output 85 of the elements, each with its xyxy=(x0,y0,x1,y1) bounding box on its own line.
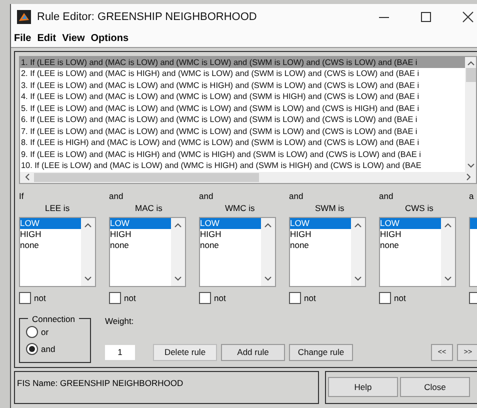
variable-label: WMC is xyxy=(224,202,256,215)
scroll-down-icon[interactable] xyxy=(466,162,474,169)
scroll-down-icon[interactable] xyxy=(174,276,182,282)
app-logo-icon xyxy=(17,10,31,24)
not-checkbox[interactable] xyxy=(109,292,121,304)
scroll-up-icon[interactable] xyxy=(174,222,182,228)
option-item[interactable]: none xyxy=(110,240,171,251)
connective-label: a xyxy=(469,190,475,203)
radio-button[interactable] xyxy=(26,326,38,338)
weight-field[interactable]: 1 xyxy=(105,344,135,360)
scroll-up-icon[interactable] xyxy=(84,222,92,228)
rule-item[interactable]: 4. If (LEE is LOW) and (MAC is LOW) and (WMC is LOW) and (SWM is HIGH) and (CWS is LOW) and (BAE i xyxy=(20,91,465,103)
status-text: FIS Name: GREENSHIP NEIGHBORHOOD xyxy=(17,378,184,388)
rule-item[interactable]: 1. If (LEE is LOW) and (MAC is LOW) and (WMC is LOW) and (SWM is LOW) and (CWS is LOW) and (BAE i xyxy=(20,56,465,68)
scrollbar-thumb[interactable] xyxy=(466,68,476,82)
not-label: not xyxy=(304,292,316,303)
option-item[interactable]: none xyxy=(200,240,261,251)
menu-item[interactable]: Options xyxy=(90,32,129,44)
rule-item[interactable]: 6. If (LEE is LOW) and (MAC is LOW) and (WMC is LOW) and (SWM is LOW) and (CWS is LOW) and (BAE i xyxy=(20,114,465,126)
variable-label: LEE is xyxy=(44,202,71,215)
radio-label: or xyxy=(41,327,49,338)
scroll-up-icon[interactable] xyxy=(466,60,474,66)
footer-button[interactable]: Help xyxy=(328,377,398,398)
scroll-down-icon[interactable] xyxy=(264,276,272,282)
rule-item[interactable]: 10. If (LEE is LOW) and (MAC is LOW) and (WMC is HIGH) and (SWM is HIGH) and (CWS is LOW) and (BAE xyxy=(20,160,465,172)
rule-item[interactable]: 8. If (LEE is HIGH) and (MAC is LOW) and (WMC is LOW) and (SWM is LOW) and (CWS is LOW) and (BAE i xyxy=(20,137,465,149)
footer-button[interactable]: Close xyxy=(400,377,470,398)
scroll-up-icon[interactable] xyxy=(444,222,452,228)
close-icon[interactable] xyxy=(462,10,474,23)
menu-item[interactable]: Edit xyxy=(37,32,56,44)
variable-label: SWM is xyxy=(314,202,346,215)
scroll-down-icon[interactable] xyxy=(354,276,362,282)
rule-item[interactable]: 3. If (LEE is LOW) and (MAC is LOW) and (WMC is HIGH) and (SWM is LOW) and (CWS is LOW) and (BAE i xyxy=(20,80,465,92)
connective-label: and xyxy=(109,190,124,203)
scroll-up-icon[interactable] xyxy=(264,222,272,228)
rule-action-button[interactable]: Delete rule xyxy=(153,344,217,361)
option-item[interactable]: none xyxy=(20,240,81,251)
window-title: Rule Editor: GREENSHIP NEIGHBORHOOD xyxy=(37,10,258,23)
connection-title: Connection xyxy=(31,314,76,324)
radio-button[interactable] xyxy=(26,343,38,356)
not-checkbox[interactable] xyxy=(289,292,301,304)
not-checkbox[interactable] xyxy=(199,292,211,304)
menu-item[interactable]: View xyxy=(62,32,85,44)
rule-action-button[interactable]: Change rule xyxy=(289,344,353,361)
connective-label: and xyxy=(379,190,394,203)
option-item[interactable]: LOW xyxy=(20,218,81,229)
option-item[interactable]: none xyxy=(290,240,351,251)
not-checkbox[interactable] xyxy=(19,292,31,304)
not-label: not xyxy=(34,292,46,303)
not-checkbox[interactable] xyxy=(379,292,391,304)
option-item[interactable]: HIGH xyxy=(20,228,81,240)
option-item[interactable]: HIGH xyxy=(380,228,441,240)
option-item[interactable]: LOW xyxy=(110,218,171,229)
rule-item[interactable]: 9. If (LEE is LOW) and (MAC is HIGH) and (WMC is HIGH) and (SWM is LOW) and (CWS is LOW) and (BAE i xyxy=(20,148,465,160)
weight-label: Weight: xyxy=(105,316,135,326)
scroll-down-icon[interactable] xyxy=(84,276,92,282)
maximize-icon[interactable] xyxy=(420,10,432,23)
scroll-up-icon[interactable] xyxy=(354,222,362,228)
not-label: not xyxy=(214,292,226,303)
connective-label: and xyxy=(289,190,304,203)
rule-item[interactable]: 5. If (LEE is LOW) and (MAC is LOW) and (WMC is LOW) and (SWM is LOW) and (CWS is HIGH) and (BAE i xyxy=(20,102,465,114)
not-label: not xyxy=(124,292,136,303)
vertical-scrollbar[interactable] xyxy=(465,56,476,172)
option-item[interactable]: LOW xyxy=(290,218,351,229)
menu-item[interactable]: File xyxy=(14,32,32,44)
scrollbar-thumb[interactable] xyxy=(34,172,259,182)
option-item[interactable]: LOW xyxy=(380,218,441,229)
option-item[interactable]: HIGH xyxy=(200,228,261,240)
option-item[interactable]: HIGH xyxy=(110,228,171,240)
option-item[interactable]: none xyxy=(380,240,441,251)
scroll-down-icon[interactable] xyxy=(444,276,452,282)
radio-label: and xyxy=(41,344,56,354)
option-item[interactable]: LOW xyxy=(200,218,261,229)
variable-label: CWS is xyxy=(404,202,434,215)
option-item[interactable]: HIGH xyxy=(290,228,351,240)
connective-label: If xyxy=(19,190,25,203)
horizontal-scrollbar[interactable] xyxy=(20,172,476,183)
scroll-left-icon[interactable] xyxy=(24,173,30,182)
connective-label: and xyxy=(199,190,214,203)
rule-item[interactable]: 7. If (LEE is LOW) and (MAC is LOW) and (WMC is LOW) and (SWM is LOW) and (CWS is LOW) and (BAE i xyxy=(20,126,465,138)
rule-item[interactable]: 2. If (LEE is LOW) and (MAC is HIGH) and (WMC is LOW) and (SWM is LOW) and (CWS is LOW) and (BAE i xyxy=(20,68,465,80)
scroll-right-icon[interactable] xyxy=(466,173,472,182)
not-label: not xyxy=(394,292,406,303)
rule-action-button[interactable]: Add rule xyxy=(221,344,285,361)
variable-label: MAC is xyxy=(134,202,164,215)
